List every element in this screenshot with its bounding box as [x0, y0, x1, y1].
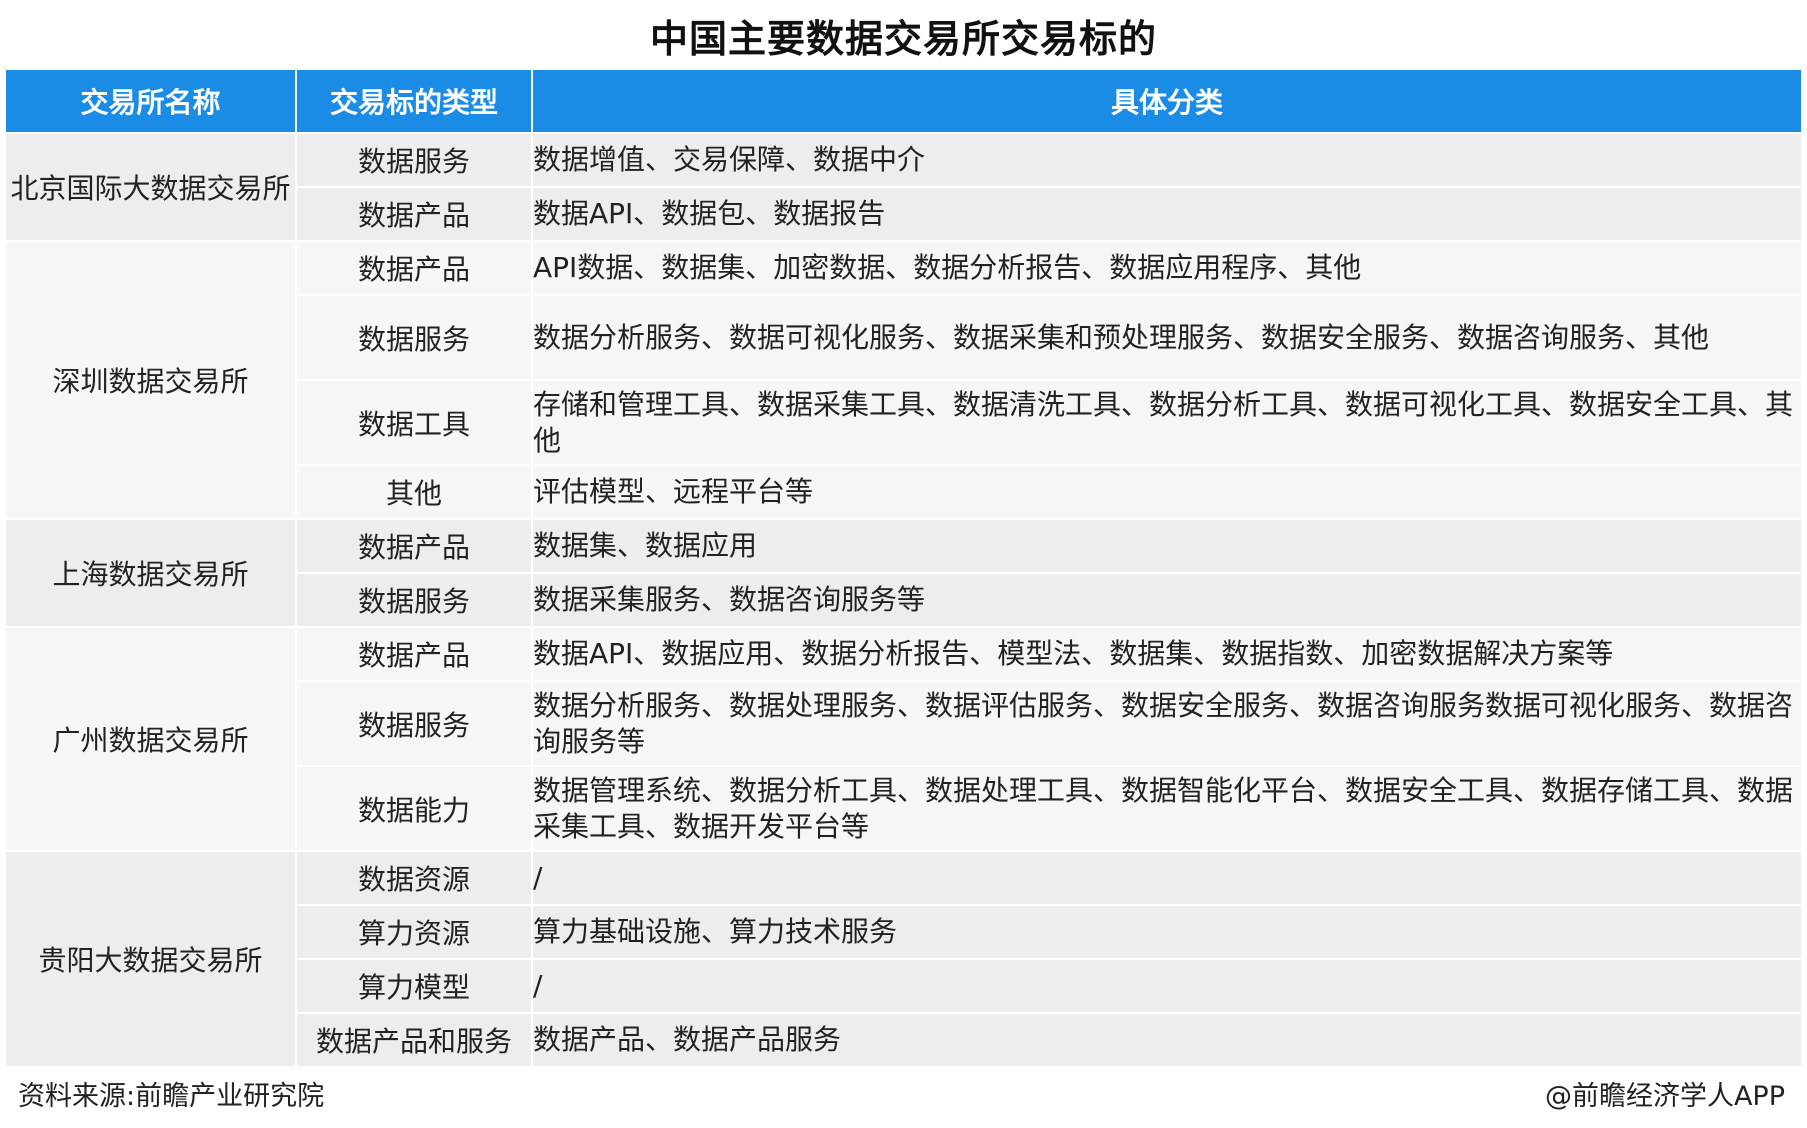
exchange-table: 交易所名称 交易标的类型 具体分类 北京国际大数据交易所 数据服务 数据增值、交… — [4, 68, 1803, 1068]
target-type-cell: 数据产品 — [295, 240, 533, 296]
target-type-cell: 数据产品 — [295, 518, 533, 574]
table-title: 中国主要数据交易所交易标的 — [649, 17, 1157, 61]
header-exchange-name: 交易所名称 — [4, 68, 297, 134]
target-type-cell: 其他 — [295, 464, 533, 520]
category-cell: / — [531, 958, 1803, 1014]
target-type-cell: 数据资源 — [295, 850, 533, 906]
category-cell: 数据管理系统、数据分析工具、数据处理工具、数据智能化平台、数据安全工具、数据存储… — [531, 765, 1803, 852]
target-type-cell: 数据服务 — [295, 680, 533, 767]
category-cell: 评估模型、远程平台等 — [531, 464, 1803, 520]
table-row: 上海数据交易所 数据产品 数据集、数据应用 — [4, 518, 1803, 628]
target-type-cell: 数据服务 — [295, 572, 533, 628]
header-row: 交易所名称 交易标的类型 具体分类 — [4, 68, 1803, 134]
exchange-name-cell: 深圳数据交易所 — [4, 240, 297, 520]
table-row: 贵阳大数据交易所 数据资源 / — [4, 850, 1803, 1068]
target-type-cell: 数据服务 — [295, 132, 533, 188]
table-row: 广州数据交易所 数据产品 数据API、数据应用、数据分析报告、模型法、数据集、数… — [4, 626, 1803, 852]
target-type-cell: 数据产品和服务 — [295, 1012, 533, 1068]
header-target-type: 交易标的类型 — [295, 68, 533, 134]
exchange-name-cell: 广州数据交易所 — [4, 626, 297, 852]
exchange-name-cell: 上海数据交易所 — [4, 518, 297, 628]
credit-watermark: @前瞻经济学人APP — [1544, 1081, 1785, 1112]
target-type-cell: 数据能力 — [295, 765, 533, 852]
category-cell: 数据分析服务、数据可视化服务、数据采集和预处理服务、数据安全服务、数据咨询服务、… — [531, 294, 1803, 381]
source-note: 资料来源:前瞻产业研究院 — [18, 1081, 325, 1112]
header-specific-category: 具体分类 — [531, 68, 1803, 134]
target-type-cell: 算力模型 — [295, 958, 533, 1014]
target-type-cell: 数据产品 — [295, 186, 533, 242]
target-type-cell: 算力资源 — [295, 904, 533, 960]
category-cell: 数据API、数据包、数据报告 — [531, 186, 1803, 242]
category-cell: / — [531, 850, 1803, 906]
category-cell: API数据、数据集、加密数据、数据分析报告、数据应用程序、其他 — [531, 240, 1803, 296]
target-type-cell: 数据产品 — [295, 626, 533, 682]
category-cell: 数据产品、数据产品服务 — [531, 1012, 1803, 1068]
target-type-cell: 数据工具 — [295, 379, 533, 466]
table-row: 北京国际大数据交易所 数据服务 数据增值、交易保障、数据中介 — [4, 132, 1803, 242]
target-type-cell: 数据服务 — [295, 294, 533, 381]
category-cell: 数据采集服务、数据咨询服务等 — [531, 572, 1803, 628]
category-cell: 存储和管理工具、数据采集工具、数据清洗工具、数据分析工具、数据可视化工具、数据安… — [531, 379, 1803, 466]
table-row: 深圳数据交易所 数据产品 API数据、数据集、加密数据、数据分析报告、数据应用程… — [4, 240, 1803, 520]
category-cell: 数据增值、交易保障、数据中介 — [531, 132, 1803, 188]
category-cell: 数据集、数据应用 — [531, 518, 1803, 574]
exchange-name-cell: 贵阳大数据交易所 — [4, 850, 297, 1068]
exchange-name-cell: 北京国际大数据交易所 — [4, 132, 297, 242]
category-cell: 数据分析服务、数据处理服务、数据评估服务、数据安全服务、数据咨询服务数据可视化服… — [531, 680, 1803, 767]
category-cell: 数据API、数据应用、数据分析报告、模型法、数据集、数据指数、加密数据解决方案等 — [531, 626, 1803, 682]
category-cell: 算力基础设施、算力技术服务 — [531, 904, 1803, 960]
